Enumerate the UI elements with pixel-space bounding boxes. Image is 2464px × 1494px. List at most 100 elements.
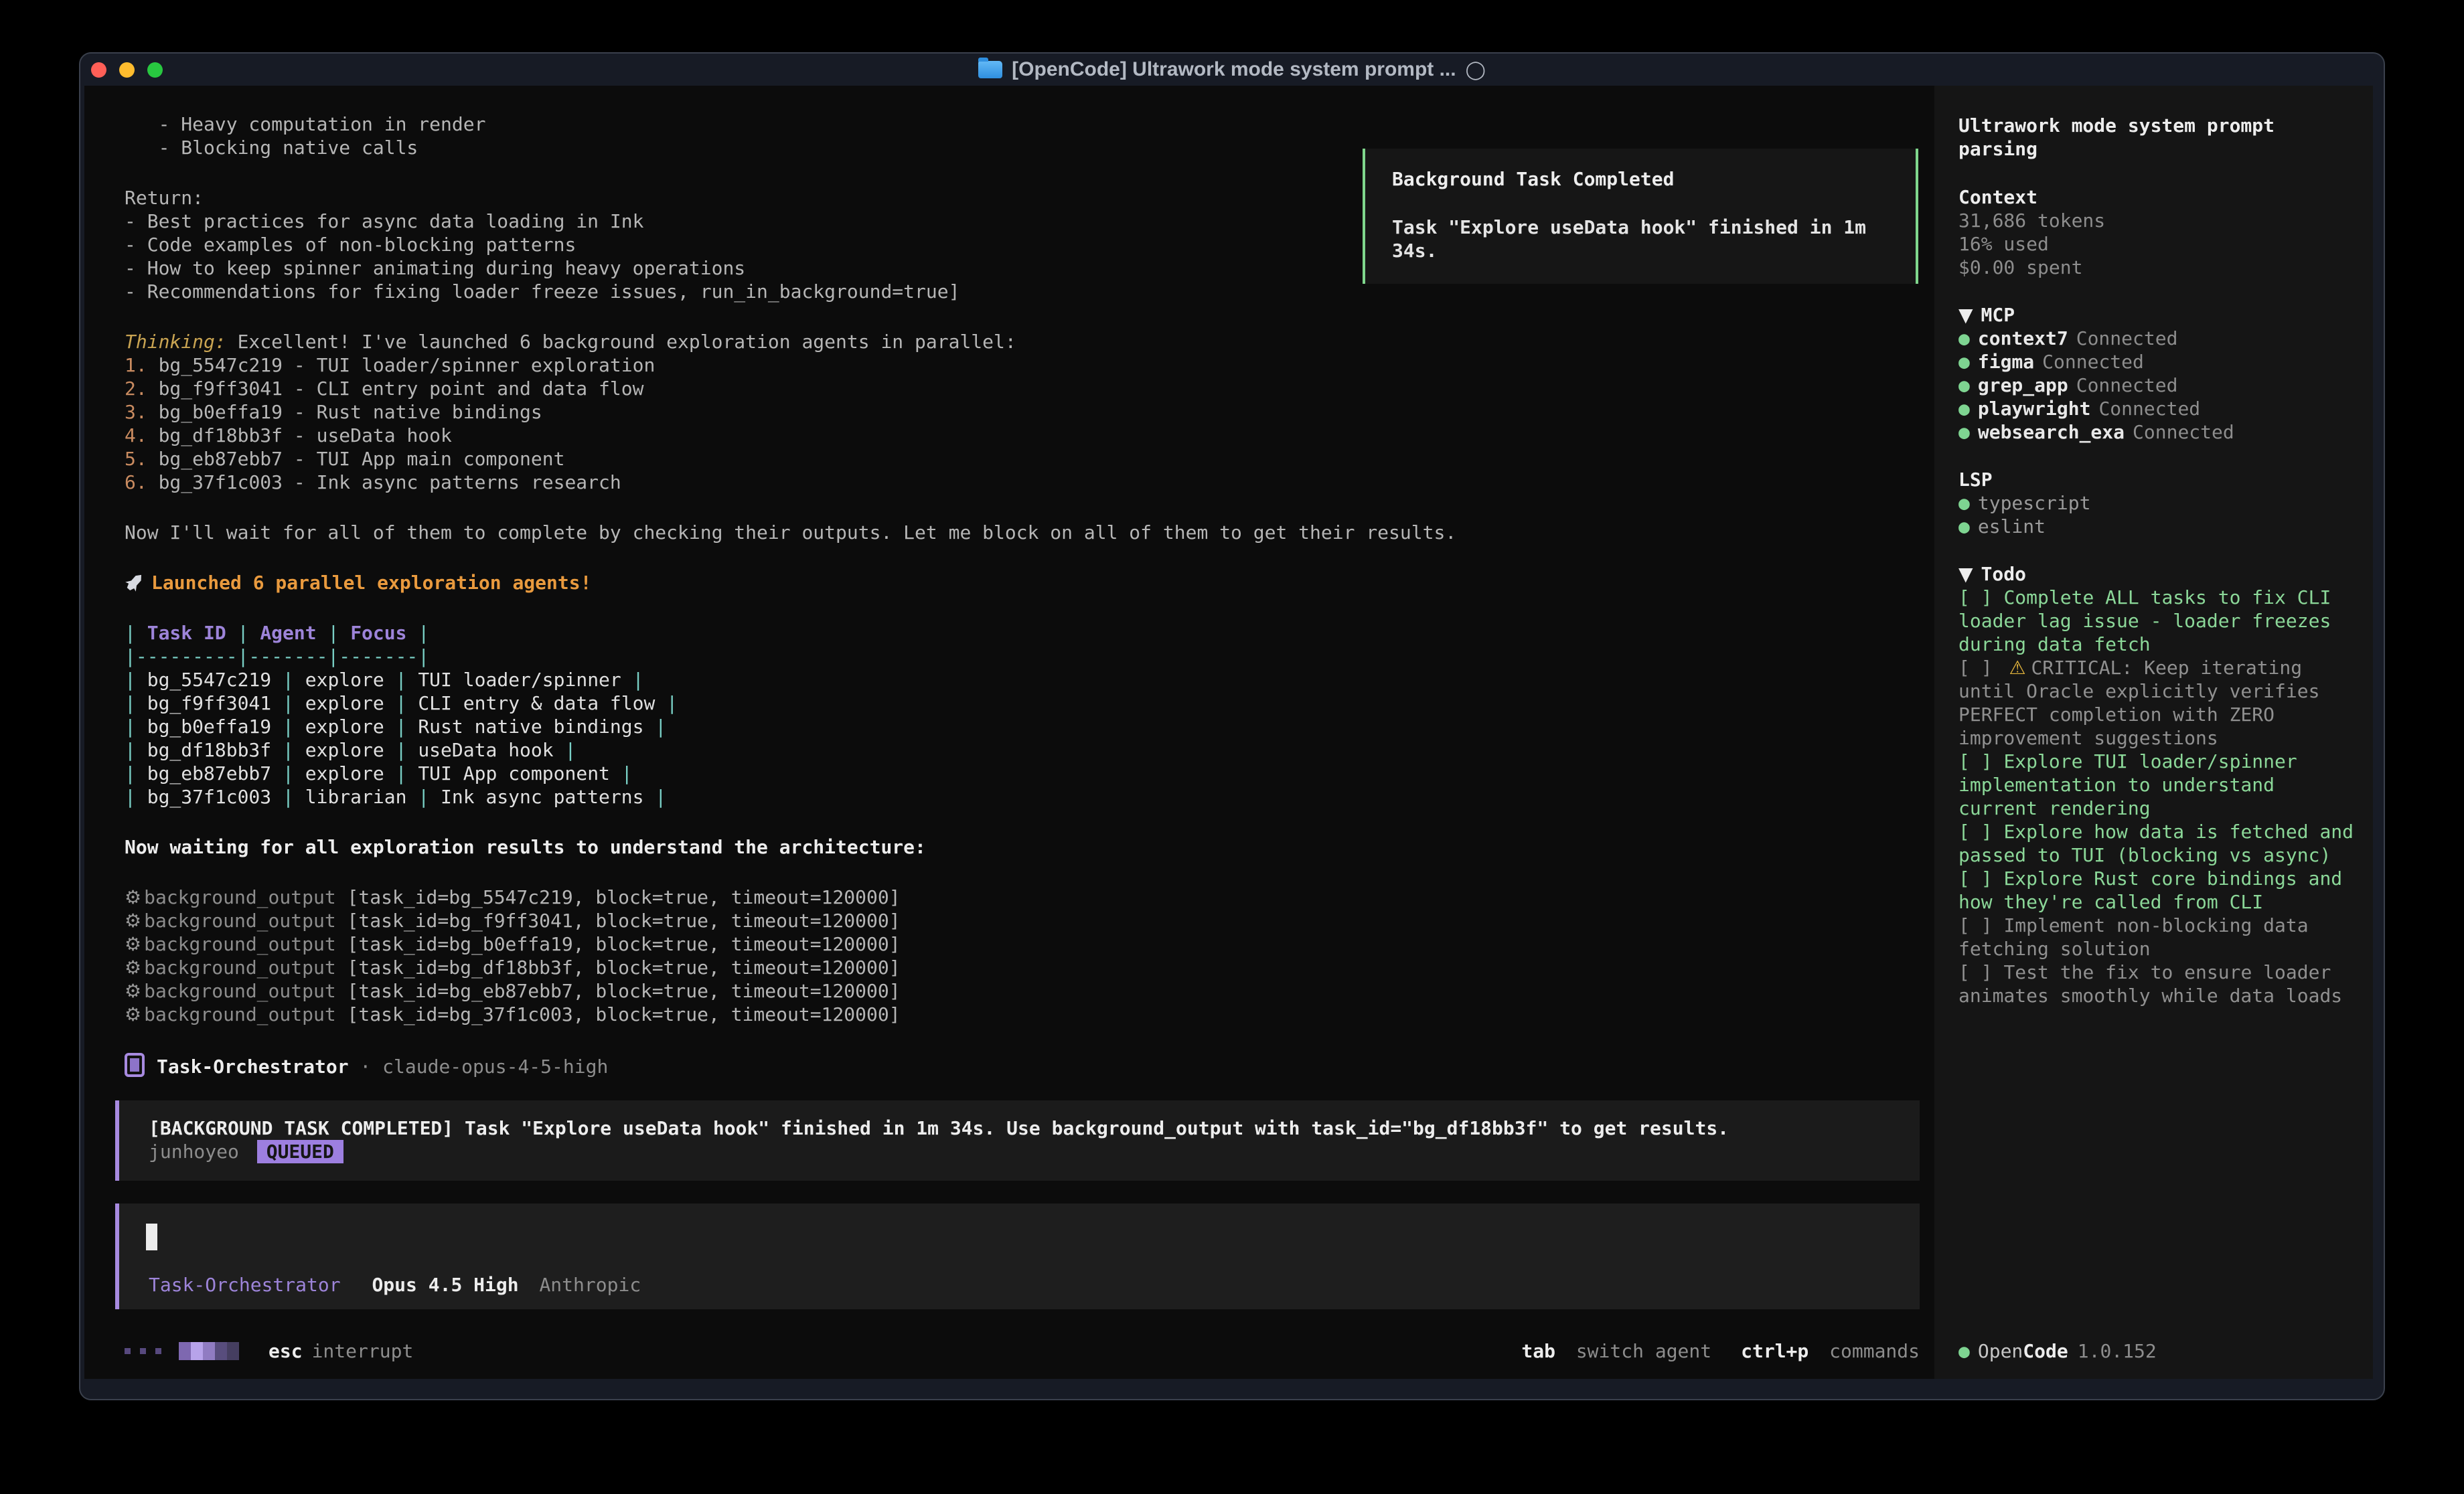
todo-item: [ ] Explore how data is fetched and pass… xyxy=(1958,820,2361,867)
app-version: 1.0.152 xyxy=(2078,1340,2157,1362)
terminal-line: ⚙background_output [task_id=bg_37f1c003,… xyxy=(125,1003,1934,1026)
checkbox-empty-icon: [ ] xyxy=(1958,586,2003,608)
checkbox-empty-icon: [ ] xyxy=(1958,657,2003,679)
terminal-line: 6. bg_37f1c003 - Ink async patterns rese… xyxy=(125,471,1934,494)
titlebar: [OpenCode] Ultrawork mode system prompt … xyxy=(80,54,2384,86)
spinner-dot xyxy=(155,1348,161,1354)
checkbox-empty-icon: [ ] xyxy=(1958,914,2003,936)
terminal-text: bg_37f1c003 - Ink async patterns researc… xyxy=(159,471,621,493)
terminal-text: Return: xyxy=(125,187,204,209)
completed-message-text: [BACKGROUND TASK COMPLETED] Task "Explor… xyxy=(149,1116,1920,1140)
terminal-line: | Task ID | Agent | Focus | xyxy=(125,621,1934,645)
desktop-background: [OpenCode] Ultrawork mode system prompt … xyxy=(0,0,2464,1494)
terminal-text: bg_eb87ebb7 xyxy=(147,762,271,784)
toast-spacer xyxy=(1392,191,1916,216)
terminal-text: 4. xyxy=(125,424,159,446)
terminal-text: | xyxy=(271,669,305,691)
terminal-text: Agent xyxy=(260,622,316,644)
toast-body: Task "Explore useData hook" finished in … xyxy=(1392,216,1916,262)
terminal-line xyxy=(125,494,1934,521)
todo-text: Implement non-blocking data fetching sol… xyxy=(1958,914,2309,960)
terminal-text: 6. xyxy=(125,471,159,493)
terminal-text: Now waiting for all exploration results … xyxy=(125,836,926,858)
terminal-text: | xyxy=(125,786,147,808)
ctrlp-key-label: commands xyxy=(1829,1340,1920,1362)
mcp-item: ●websearch_exaConnected xyxy=(1958,420,2361,444)
terminal-text: | xyxy=(384,669,418,691)
rocket-icon xyxy=(121,568,149,596)
terminal-text: | xyxy=(125,692,147,714)
terminal-text: Focus xyxy=(350,622,406,644)
status-dot-icon: ● xyxy=(1958,351,1970,373)
prompt-input[interactable]: Task-Orchestrator Opus 4.5 High Anthropi… xyxy=(115,1204,1920,1309)
todo-text: Complete ALL tasks to fix CLI loader lag… xyxy=(1958,586,2331,655)
terminal-text: | xyxy=(610,762,633,784)
terminal-text: | xyxy=(271,716,305,738)
context-spent: $0.00 spent xyxy=(1958,256,2361,279)
tab-key-label: switch agent xyxy=(1576,1340,1711,1362)
lsp-heading: LSP xyxy=(1958,468,2361,491)
sidebar-footer: ●OpenCode1.0.152 xyxy=(1958,1339,2157,1363)
background-task-toast: Background Task Completed Task "Explore … xyxy=(1363,149,1918,284)
context-tokens: 31,686 tokens xyxy=(1958,209,2361,232)
esc-key-hint: esc xyxy=(268,1340,303,1362)
terminal-text: Excellent! I've launched 6 background ex… xyxy=(226,331,1016,353)
provider-name: Anthropic xyxy=(539,1274,641,1296)
terminal-text: 1. xyxy=(125,354,159,376)
context-used: 16% used xyxy=(1958,232,2361,256)
terminal-text: - Recommendations for fixing loader free… xyxy=(125,280,959,303)
terminal-text: explore xyxy=(305,762,384,784)
lsp-list: ●typescript●eslint xyxy=(1958,491,2361,538)
terminal-line: | bg_eb87ebb7 | explore | TUI App compon… xyxy=(125,762,1934,785)
terminal-text: background_output xyxy=(144,886,347,908)
terminal-text: Thinking: xyxy=(125,331,226,353)
activity-spinner xyxy=(203,1342,215,1360)
mcp-item: ●figmaConnected xyxy=(1958,350,2361,374)
terminal-text: Task-Orchestrator xyxy=(157,1056,349,1078)
spinner-dot xyxy=(140,1348,146,1354)
terminal-text: Ink async patterns xyxy=(441,786,643,808)
terminal-text: | xyxy=(125,716,147,738)
terminal-text: claude-opus-4-5-high xyxy=(382,1056,608,1078)
terminal-line: 3. bg_b0effa19 - Rust native bindings xyxy=(125,400,1934,424)
gear-icon: ⚙ xyxy=(125,980,141,1002)
todo-text: Explore TUI loader/spinner implementatio… xyxy=(1958,750,2297,819)
sidebar: Ultrawork mode system prompt parsing Con… xyxy=(1934,86,2373,1379)
terminal-text: [task_id=bg_df18bb3f, block=true, timeou… xyxy=(348,957,901,979)
terminal-text: |---------|-------|-------| xyxy=(125,645,429,667)
terminal-text: | xyxy=(317,622,351,644)
terminal-text: 2. xyxy=(125,378,159,400)
todo-heading[interactable]: ▼Todo xyxy=(1958,562,2361,586)
mcp-item: ●playwrightConnected xyxy=(1958,397,2361,420)
agent-icon xyxy=(125,1053,145,1077)
agent-name[interactable]: Task-Orchestrator xyxy=(149,1274,341,1296)
terminal-text: librarian xyxy=(305,786,407,808)
terminal-text: | xyxy=(406,622,429,644)
terminal-text: [task_id=bg_5547c219, block=true, timeou… xyxy=(348,886,901,908)
terminal-text: - Heavy computation in render xyxy=(125,113,485,135)
todo-text: Test the fix to ensure loader animates s… xyxy=(1958,961,2342,1007)
tab-key-hint: tab xyxy=(1521,1340,1555,1362)
ctrlp-key-hint: ctrl+p xyxy=(1741,1340,1808,1362)
terminal-line xyxy=(125,594,1934,621)
terminal-text: | xyxy=(226,622,260,644)
terminal-line: 5. bg_eb87ebb7 - TUI App main component xyxy=(125,447,1934,471)
terminal-text: | xyxy=(406,786,441,808)
terminal-text: | xyxy=(384,739,418,761)
terminal-text: bg_5547c219 - TUI loader/spinner explora… xyxy=(159,354,656,376)
checkbox-empty-icon: [ ] xyxy=(1958,961,2003,983)
warning-icon: ⚠ xyxy=(2009,657,2025,679)
terminal-text: CLI entry & data flow xyxy=(418,692,655,714)
terminal-line: | bg_b0effa19 | explore | Rust native bi… xyxy=(125,715,1934,738)
mcp-heading[interactable]: ▼MCP xyxy=(1958,303,2361,327)
sidebar-title: Ultrawork mode system prompt parsing xyxy=(1958,114,2361,161)
terminal-text: explore xyxy=(305,692,384,714)
terminal-line xyxy=(125,544,1934,571)
terminal-text: Task ID xyxy=(147,622,226,644)
terminal-line: Now I'll wait for all of them to complet… xyxy=(125,521,1934,544)
terminal-text: | xyxy=(384,692,418,714)
lsp-item: ●eslint xyxy=(1958,515,2361,538)
status-dot-icon: ● xyxy=(1958,515,1970,537)
terminal-text: | xyxy=(384,762,418,784)
activity-spinner xyxy=(227,1342,239,1360)
